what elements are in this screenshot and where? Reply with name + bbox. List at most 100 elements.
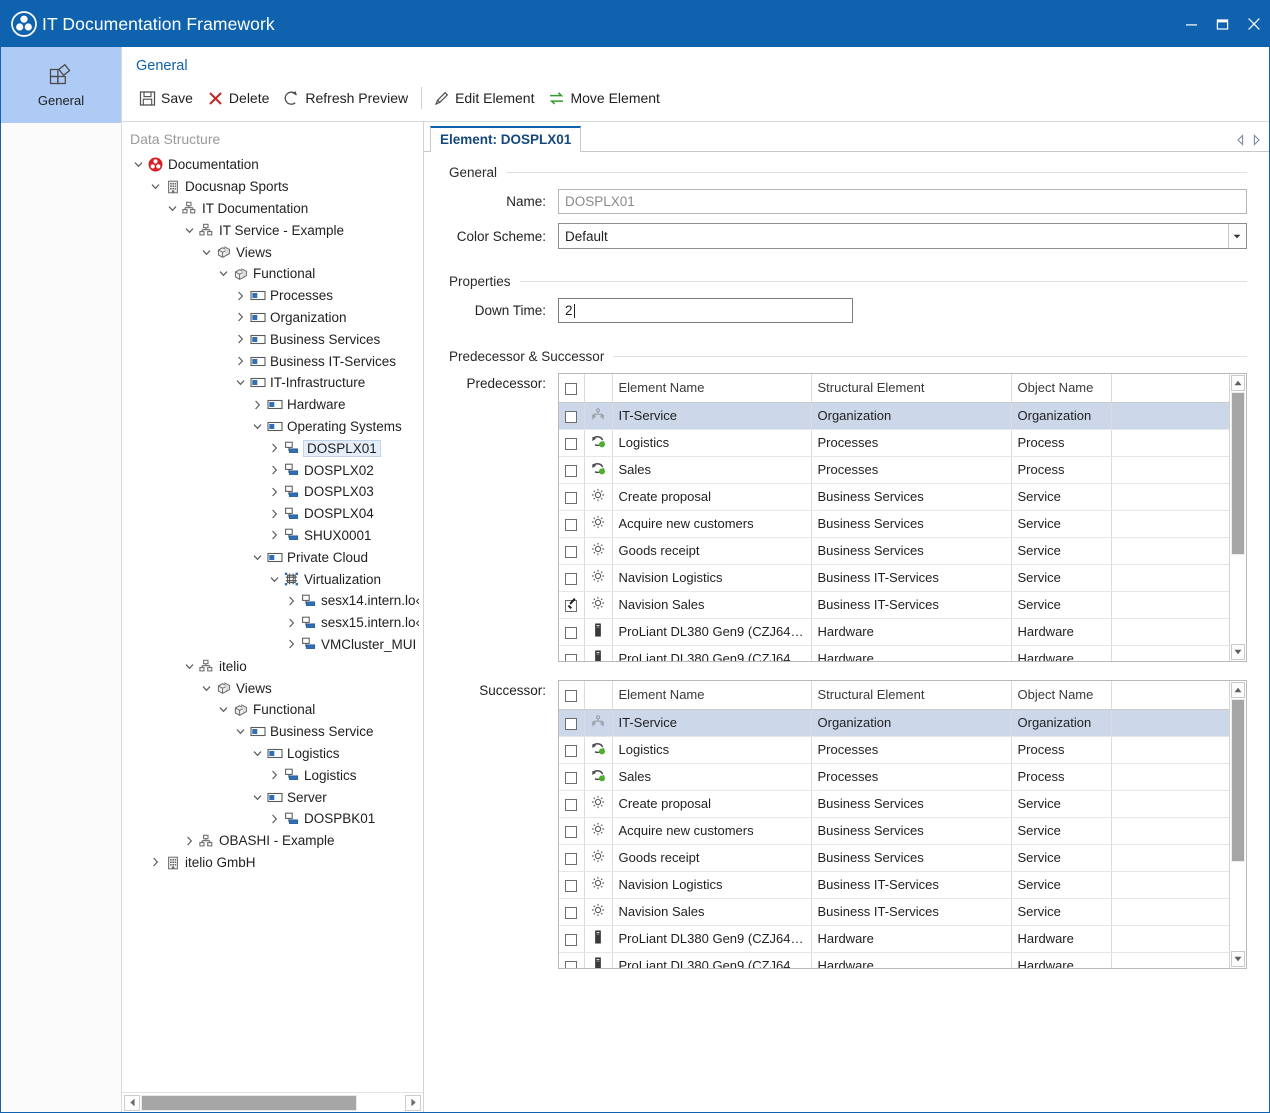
restore-button[interactable] [1207,1,1238,47]
tree-node[interactable]: sesx15.intern.lo‹ [122,612,423,634]
successor-scroll-thumb[interactable] [1231,699,1245,862]
rail-item-general[interactable]: General [1,47,121,123]
row-checkbox-cell[interactable] [559,763,585,791]
row-checkbox-cell[interactable] [559,952,585,968]
tree-node[interactable]: Business Services [122,328,423,350]
tree-node[interactable]: Views [122,677,423,699]
tree-node[interactable]: itelio GmbH [122,852,423,874]
row-checkbox[interactable] [565,933,578,946]
tree-node-expander[interactable] [198,685,214,692]
tree-node[interactable]: Business IT-Services [122,350,423,372]
row-checkbox[interactable] [565,599,578,612]
row-checkbox-cell[interactable] [559,898,585,926]
tree-node[interactable]: Virtualization [122,568,423,590]
grid-header-element-name[interactable]: Element Name [612,374,812,403]
predecessor-vertical-scrollbar[interactable] [1229,374,1246,661]
table-row[interactable]: Create proposal Business Services Service [559,790,1229,818]
tree-node[interactable]: SHUX0001 [122,525,423,547]
tree-node[interactable]: Organization [122,307,423,329]
tree-node[interactable]: Private Cloud [122,546,423,568]
tree-node[interactable]: Server [122,786,423,808]
tree-node-expander[interactable] [232,356,248,366]
tree-node[interactable]: Views [122,241,423,263]
table-row[interactable]: Sales Processes Process [559,763,1229,791]
row-checkbox-cell[interactable] [559,871,585,899]
row-checkbox[interactable] [565,906,578,919]
row-checkbox-cell[interactable] [559,790,585,818]
row-checkbox[interactable] [565,572,578,585]
row-checkbox[interactable] [565,410,578,423]
tree-node[interactable]: OBASHI - Example [122,830,423,852]
tree-node-expander[interactable] [130,161,146,168]
tree-node-expander[interactable] [249,423,265,430]
tab-next-icon[interactable] [1251,134,1262,146]
row-checkbox[interactable] [565,771,578,784]
row-checkbox[interactable] [565,518,578,531]
tree-node-expander[interactable] [266,465,282,475]
tree-node-expander[interactable] [249,750,265,757]
tree-node-expander[interactable] [249,400,265,410]
tree-node-expander[interactable] [266,509,282,519]
tree-node-expander[interactable] [266,814,282,824]
color-scheme-dropdown-button[interactable] [1228,224,1245,248]
tree-node[interactable]: Functional [122,699,423,721]
tree-node[interactable]: Processes [122,285,423,307]
tab-prev-icon[interactable] [1235,134,1246,146]
move-element-button[interactable]: Move Element [545,86,670,111]
grid-header-structural-element[interactable]: Structural Element [811,374,1012,403]
row-checkbox[interactable] [565,852,578,865]
tree-node-expander[interactable] [232,312,248,322]
grid-header-element-name[interactable]: Element Name [612,681,812,710]
grid-header-object-name[interactable]: Object Name [1011,681,1112,710]
grid-header-structural-element[interactable]: Structural Element [811,681,1012,710]
successor-vertical-scrollbar[interactable] [1229,681,1246,968]
tree-node[interactable]: IT Service - Example [122,219,423,241]
tree-node[interactable]: Operating Systems [122,416,423,438]
tree-node[interactable]: sesx14.intern.lo‹ [122,590,423,612]
row-checkbox-cell[interactable] [559,645,585,661]
tree-node-expander[interactable] [283,639,299,649]
predecessor-scroll-thumb[interactable] [1231,392,1245,555]
row-checkbox-cell[interactable] [559,456,585,484]
tree-node[interactable]: DOSPLX04 [122,503,423,525]
tree-node[interactable]: Hardware [122,394,423,416]
tree-node-expander[interactable] [215,706,231,713]
row-checkbox-cell[interactable] [559,925,585,953]
tree-node-expander[interactable] [283,596,299,606]
save-button[interactable]: Save [136,86,204,111]
table-row[interactable]: Acquire new customers Business Services Se… [559,817,1229,845]
tab-element-dosplx01[interactable]: Element: DOSPLX01 [430,126,582,152]
tree-scroll-left-button[interactable] [124,1094,140,1111]
tree-node-expander[interactable] [147,857,163,867]
tree-node[interactable]: DOSPBK01 [122,808,423,830]
tree-node[interactable]: Logistics [122,764,423,786]
tree-node[interactable]: Documentation [122,154,423,176]
tab-general[interactable]: General [136,58,188,74]
tree-node-expander[interactable] [181,663,197,670]
table-row[interactable]: Create proposal Business Services Service [559,483,1229,511]
tree-node-expander[interactable] [181,227,197,234]
select-all-checkbox[interactable] [565,689,578,702]
minimize-button[interactable] [1176,1,1207,47]
row-checkbox-cell[interactable] [559,483,585,511]
tree-scroll-track[interactable] [141,1094,404,1111]
tree-node-expander[interactable] [232,379,248,386]
tree-node[interactable]: DOSPLX02 [122,459,423,481]
tree-node-expander[interactable] [181,836,197,846]
row-checkbox-cell[interactable] [559,429,585,457]
row-checkbox[interactable] [565,464,578,477]
row-checkbox[interactable] [565,825,578,838]
select-all-checkbox[interactable] [565,382,578,395]
table-row[interactable]: ProLiant DL380 Gen9 (CZJ64… Hardware Hardw… [559,645,1229,661]
table-row[interactable]: ProLiant DL380 Gen9 (CZJ64… Hardware Hardw… [559,925,1229,953]
edit-element-button[interactable]: Edit Element [430,86,545,111]
tree-node[interactable]: VMCluster_MUI [122,634,423,656]
row-checkbox-cell[interactable] [559,564,585,592]
table-row[interactable]: Navision Logistics Business IT-Services Se… [559,564,1229,592]
table-row[interactable]: Navision Sales Business IT-Services Servic… [559,898,1229,926]
row-checkbox[interactable] [565,653,578,661]
tree-node-expander[interactable] [266,576,282,583]
refresh-preview-button[interactable]: Refresh Preview [280,86,419,111]
tree-node-expander[interactable] [249,794,265,801]
row-checkbox[interactable] [565,491,578,504]
